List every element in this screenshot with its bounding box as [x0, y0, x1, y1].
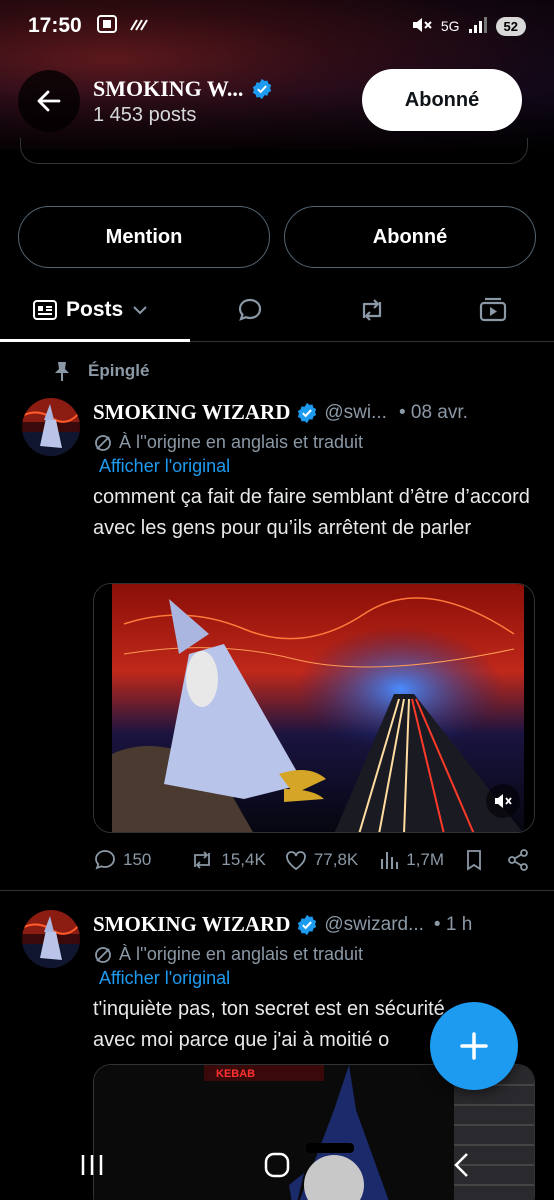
- post-video[interactable]: [93, 583, 535, 833]
- chevron-down-icon: [133, 306, 147, 315]
- speaker-muted-icon: [495, 794, 512, 808]
- tab-videos[interactable]: [478, 278, 508, 342]
- repost-icon: [362, 299, 382, 321]
- bookmark-button[interactable]: [464, 848, 484, 872]
- repost-icon: [194, 851, 211, 869]
- mute-video-button[interactable]: [486, 784, 520, 818]
- back-button[interactable]: [18, 70, 80, 132]
- status-bar: 17:50 5G 52: [0, 0, 554, 52]
- home-icon: [264, 1152, 290, 1178]
- following-button-header[interactable]: Abonné: [362, 69, 522, 131]
- previous-card-edge: [20, 138, 528, 164]
- author-handle[interactable]: @swi...: [324, 402, 387, 424]
- signal-dots-icon: [128, 14, 150, 39]
- kebab-sign-text: KEBAB: [216, 1068, 255, 1080]
- like-count: 77,8K: [313, 850, 359, 869]
- status-time: 17:50: [28, 14, 82, 37]
- profile-actions: Mention Abonné: [18, 206, 536, 268]
- bookmark-icon: [467, 850, 481, 871]
- recent-apps-button[interactable]: [52, 1137, 132, 1193]
- verified-badge-icon: [298, 402, 317, 423]
- author-name[interactable]: SMOKING WIZARD: [93, 400, 290, 425]
- views-chart-icon: [381, 852, 399, 869]
- mute-status-icon: [411, 15, 433, 38]
- tab-replies[interactable]: [236, 278, 264, 342]
- translated-note: À l''origine en anglais et traduit: [119, 432, 364, 452]
- system-nav-bar: [0, 1130, 554, 1200]
- post-text: comment ça fait de faire semblant d’être…: [93, 486, 530, 539]
- network-label: 5G: [440, 18, 460, 34]
- profile-name: SMOKING W...: [93, 76, 244, 101]
- screenshot-icon: [96, 14, 118, 39]
- post-time: • 1 h: [433, 913, 473, 935]
- post-stats: 150 15,4K 77,8K 1,7M: [93, 848, 537, 872]
- share-button[interactable]: [506, 848, 530, 872]
- pinned-label: Épinglé: [52, 360, 149, 382]
- recent-apps-icon: [82, 1155, 103, 1175]
- back-arrow-icon: [37, 90, 61, 112]
- views-count: 1,7M: [406, 850, 445, 869]
- verified-badge-icon: [253, 78, 272, 100]
- following-button[interactable]: Abonné: [284, 206, 536, 268]
- repost-button[interactable]: 15,4K: [189, 848, 266, 872]
- chevron-left-icon: [453, 1153, 468, 1177]
- heart-icon: [285, 851, 306, 871]
- tab-reposts[interactable]: [356, 278, 388, 342]
- posts-feed-icon: [33, 300, 57, 320]
- battery-badge: 52: [495, 16, 526, 36]
- pin-icon: [55, 362, 69, 381]
- post-divider: [0, 890, 554, 891]
- repost-count: 15,4K: [221, 850, 266, 869]
- cell-signal-icon: [468, 16, 488, 37]
- tab-posts[interactable]: Posts: [32, 278, 149, 342]
- profile-header: SMOKING W... 1 453 posts Abonné: [0, 62, 554, 140]
- active-tab-indicator: [0, 339, 190, 342]
- home-button[interactable]: [237, 1137, 317, 1193]
- share-icon: [508, 849, 528, 871]
- like-button[interactable]: 77,8K: [284, 849, 358, 871]
- verified-badge-icon: [298, 914, 317, 935]
- show-original-link[interactable]: Afficher l'original: [99, 968, 230, 989]
- pinned-text: Épinglé: [88, 361, 150, 380]
- system-back-button[interactable]: [422, 1137, 502, 1193]
- post-text: t'inquiète pas, ton secret est en sécuri…: [93, 998, 445, 1051]
- avatar[interactable]: [22, 398, 80, 456]
- reply-bubble-icon: [238, 298, 262, 321]
- profile-tabs: Posts: [0, 278, 554, 342]
- compose-button[interactable]: [430, 1002, 518, 1090]
- reply-icon: [95, 850, 115, 870]
- avatar[interactable]: [22, 910, 80, 968]
- reply-button[interactable]: 150: [93, 848, 151, 872]
- views-button[interactable]: 1,7M: [378, 849, 444, 871]
- tab-posts-label: Posts: [66, 298, 124, 321]
- reply-count: 150: [123, 850, 152, 869]
- translate-icon: [95, 434, 111, 451]
- translate-icon: [95, 946, 111, 963]
- author-name[interactable]: SMOKING WIZARD: [93, 912, 290, 937]
- show-original-link[interactable]: Afficher l'original: [99, 456, 230, 477]
- translated-note: À l''origine en anglais et traduit: [119, 944, 364, 964]
- author-handle[interactable]: @swizard...: [324, 914, 424, 936]
- post-time: • 08 avr.: [398, 401, 468, 423]
- posts-count: 1 453 posts: [93, 104, 197, 126]
- mention-button[interactable]: Mention: [18, 206, 270, 268]
- plus-icon: [460, 1032, 488, 1060]
- video-icon: [479, 297, 507, 322]
